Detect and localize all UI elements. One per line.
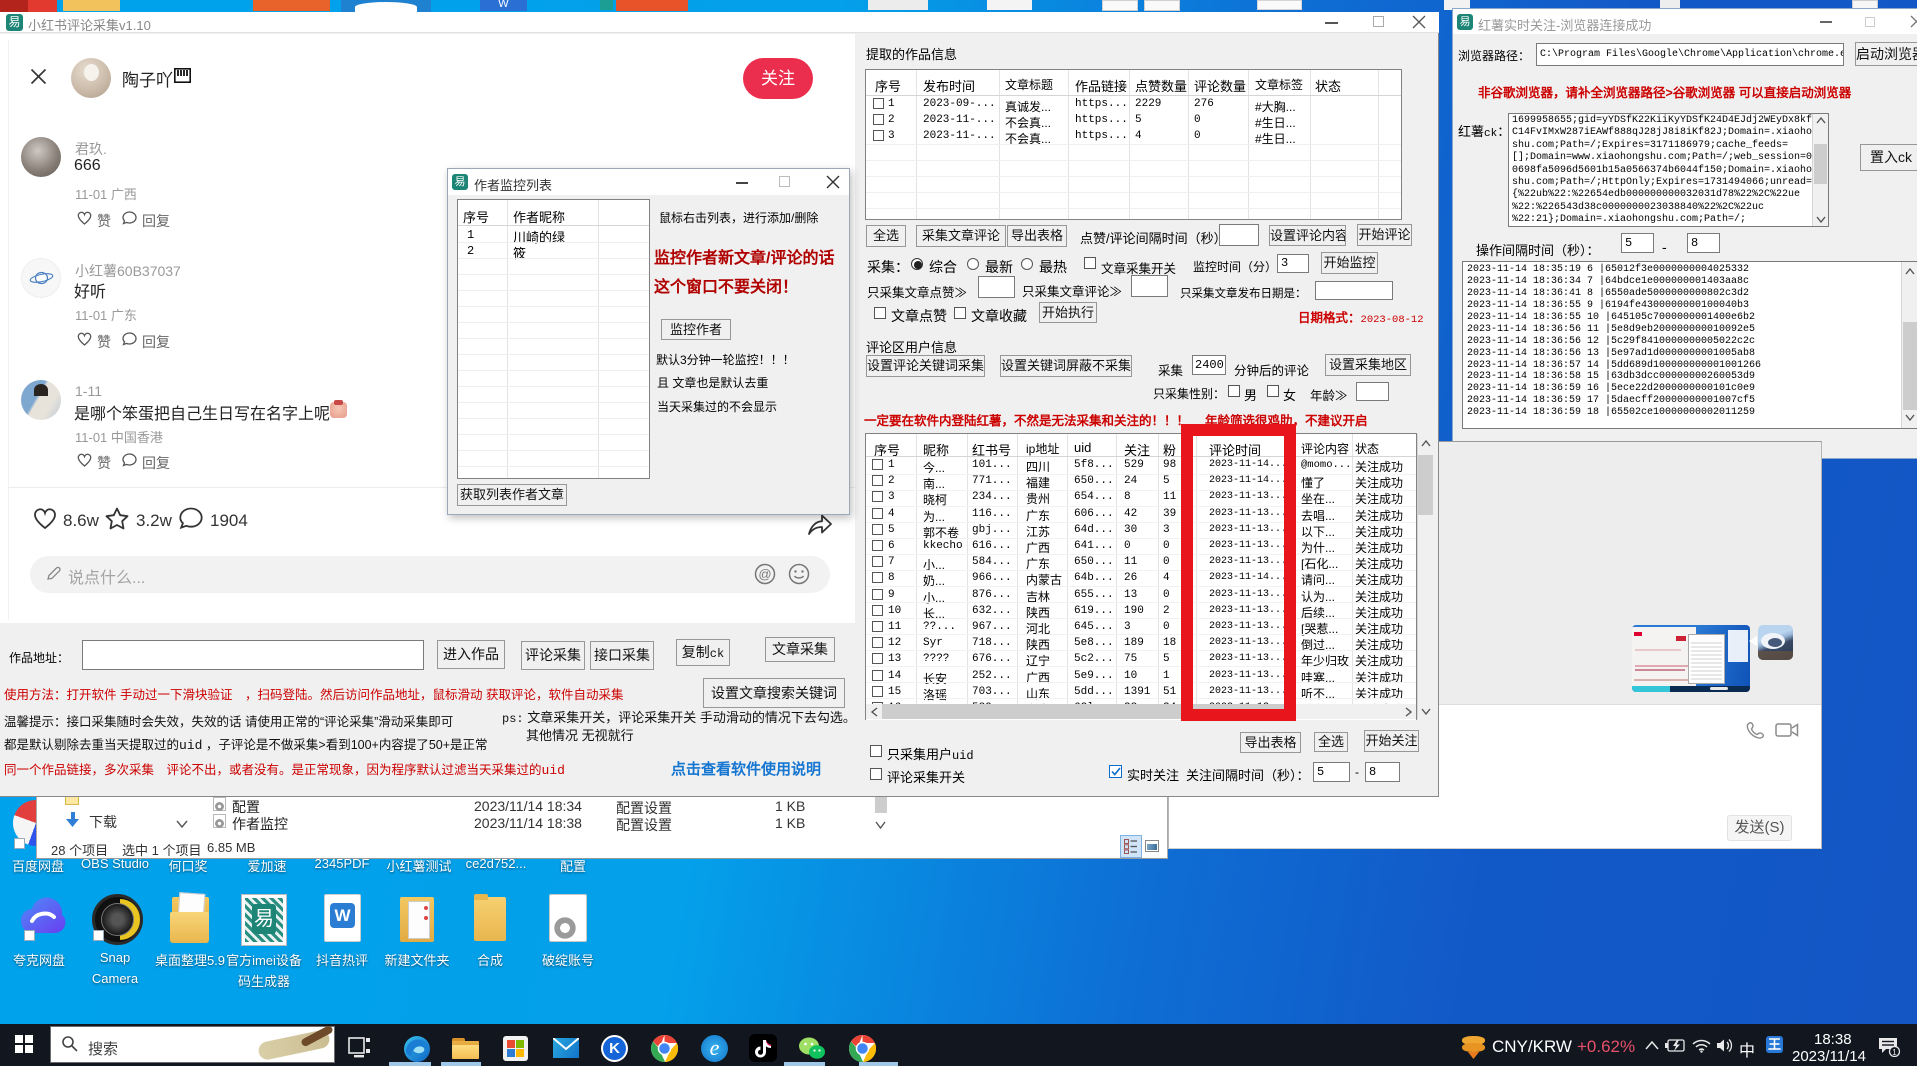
svg-text:@: @ xyxy=(758,567,771,582)
svg-text:1: 1 xyxy=(1892,1048,1897,1057)
